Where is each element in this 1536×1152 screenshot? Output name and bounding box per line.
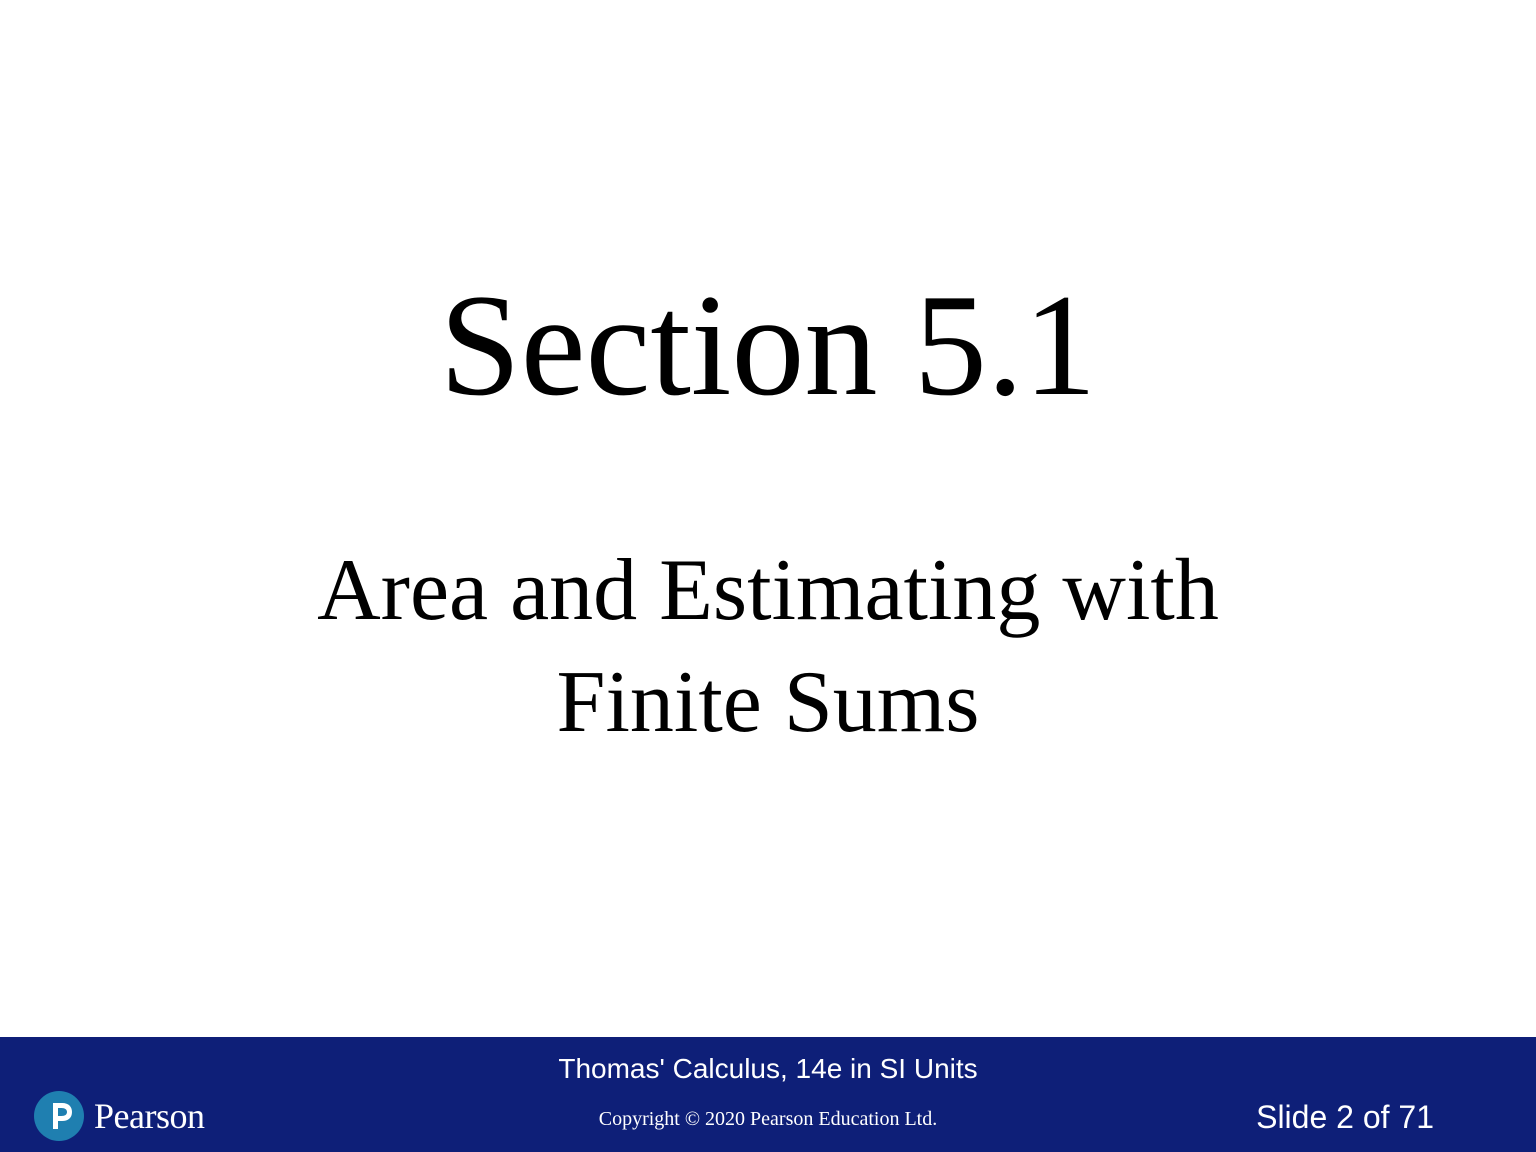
section-title: Section 5.1 bbox=[439, 264, 1097, 426]
pearson-wordmark: Pearson bbox=[94, 1096, 205, 1136]
slide-number: Slide 2 of 71 bbox=[1256, 1099, 1434, 1135]
book-title: Thomas' Calculus, 14e in SI Units bbox=[558, 1053, 978, 1084]
footer-bar: Thomas' Calculus, 14e in SI Units Copyri… bbox=[0, 1037, 1536, 1152]
slide: Section 5.1 Area and Estimating with Fin… bbox=[0, 0, 1536, 1152]
pearson-p-icon bbox=[34, 1091, 84, 1141]
pearson-logo: Pearson bbox=[34, 1089, 205, 1143]
subtitle-line-1: Area and Estimating with bbox=[317, 542, 1219, 639]
slide-subtitle: Area and Estimating with Finite Sums bbox=[0, 535, 1536, 759]
subtitle-line-2: Finite Sums bbox=[556, 654, 980, 751]
